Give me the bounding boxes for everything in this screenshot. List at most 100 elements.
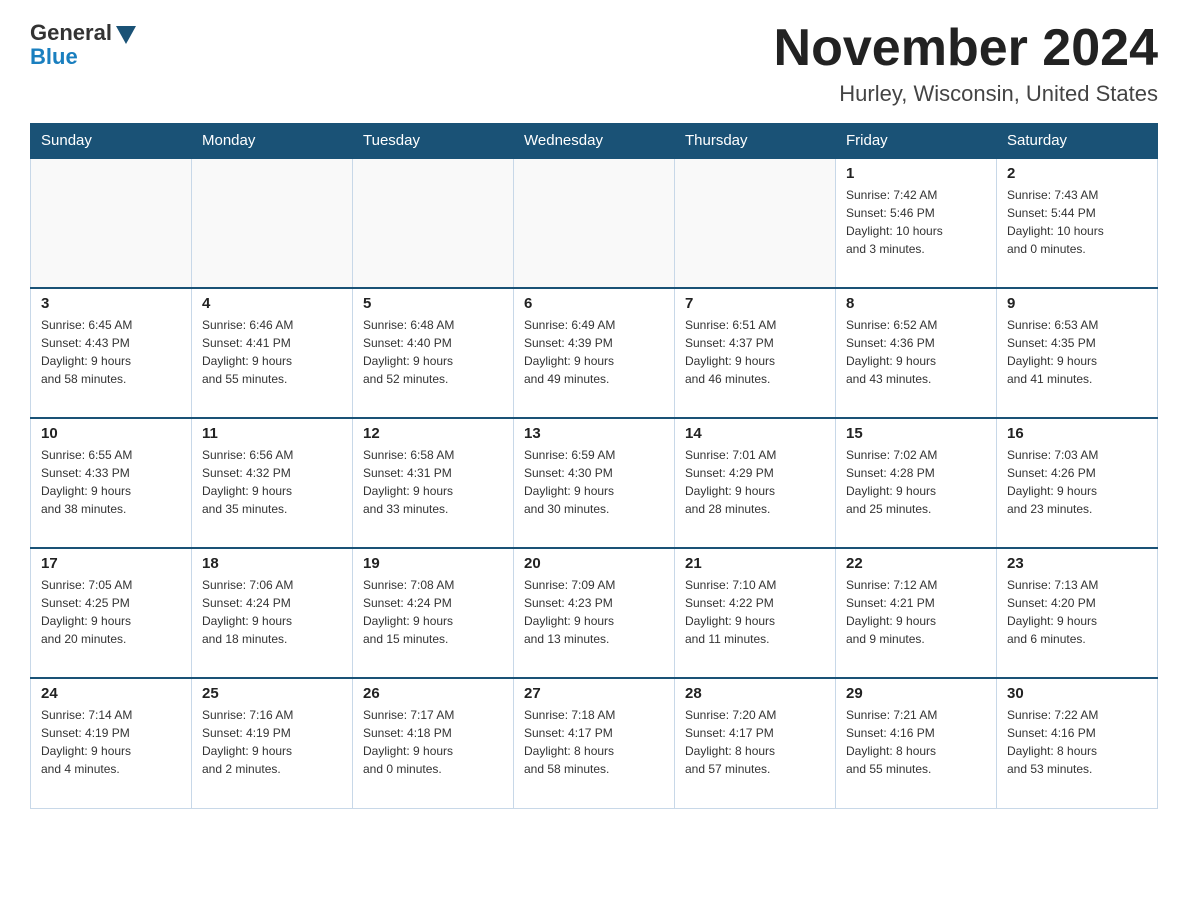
day-info: Sunrise: 7:43 AM Sunset: 5:44 PM Dayligh… xyxy=(1007,186,1147,258)
calendar-table: SundayMondayTuesdayWednesdayThursdayFrid… xyxy=(30,123,1158,809)
logo-general-text: General xyxy=(30,20,112,46)
day-info: Sunrise: 6:46 AM Sunset: 4:41 PM Dayligh… xyxy=(202,316,342,388)
day-info: Sunrise: 6:53 AM Sunset: 4:35 PM Dayligh… xyxy=(1007,316,1147,388)
day-number: 7 xyxy=(685,295,825,312)
calendar-week-row: 1 Sunrise: 7:42 AM Sunset: 5:46 PM Daylig… xyxy=(31,158,1158,288)
calendar-header-row: SundayMondayTuesdayWednesdayThursdayFrid… xyxy=(31,124,1158,159)
day-number: 15 xyxy=(846,425,986,442)
calendar-cell: 5 Sunrise: 6:48 AM Sunset: 4:40 PM Daylig… xyxy=(353,288,514,418)
calendar-cell: 21 Sunrise: 7:10 AM Sunset: 4:22 PM Dayli… xyxy=(675,548,836,678)
calendar-cell: 26 Sunrise: 7:17 AM Sunset: 4:18 PM Dayli… xyxy=(353,678,514,808)
col-header-wednesday: Wednesday xyxy=(514,124,675,159)
day-number: 24 xyxy=(41,685,181,702)
location-subtitle: Hurley, Wisconsin, United States xyxy=(774,81,1158,107)
day-info: Sunrise: 6:45 AM Sunset: 4:43 PM Dayligh… xyxy=(41,316,181,388)
calendar-cell: 1 Sunrise: 7:42 AM Sunset: 5:46 PM Daylig… xyxy=(836,158,997,288)
day-info: Sunrise: 7:42 AM Sunset: 5:46 PM Dayligh… xyxy=(846,186,986,258)
day-number: 28 xyxy=(685,685,825,702)
day-info: Sunrise: 7:01 AM Sunset: 4:29 PM Dayligh… xyxy=(685,446,825,518)
day-number: 22 xyxy=(846,555,986,572)
day-info: Sunrise: 7:17 AM Sunset: 4:18 PM Dayligh… xyxy=(363,706,503,778)
day-info: Sunrise: 7:16 AM Sunset: 4:19 PM Dayligh… xyxy=(202,706,342,778)
calendar-cell: 23 Sunrise: 7:13 AM Sunset: 4:20 PM Dayli… xyxy=(997,548,1158,678)
day-number: 25 xyxy=(202,685,342,702)
day-info: Sunrise: 7:22 AM Sunset: 4:16 PM Dayligh… xyxy=(1007,706,1147,778)
day-number: 14 xyxy=(685,425,825,442)
calendar-cell: 13 Sunrise: 6:59 AM Sunset: 4:30 PM Dayli… xyxy=(514,418,675,548)
day-info: Sunrise: 7:12 AM Sunset: 4:21 PM Dayligh… xyxy=(846,576,986,648)
day-info: Sunrise: 6:58 AM Sunset: 4:31 PM Dayligh… xyxy=(363,446,503,518)
calendar-cell: 22 Sunrise: 7:12 AM Sunset: 4:21 PM Dayli… xyxy=(836,548,997,678)
day-info: Sunrise: 6:56 AM Sunset: 4:32 PM Dayligh… xyxy=(202,446,342,518)
col-header-friday: Friday xyxy=(836,124,997,159)
logo-blue-text: Blue xyxy=(30,44,78,70)
calendar-cell xyxy=(353,158,514,288)
calendar-cell: 24Sunrise: 7:14 AM Sunset: 4:19 PM Dayli… xyxy=(31,678,192,808)
col-header-thursday: Thursday xyxy=(675,124,836,159)
day-number: 12 xyxy=(363,425,503,442)
logo: General Blue xyxy=(30,20,136,70)
col-header-tuesday: Tuesday xyxy=(353,124,514,159)
calendar-cell xyxy=(31,158,192,288)
calendar-cell: 12 Sunrise: 6:58 AM Sunset: 4:31 PM Dayli… xyxy=(353,418,514,548)
day-info: Sunrise: 6:55 AM Sunset: 4:33 PM Dayligh… xyxy=(41,446,181,518)
calendar-cell: 6 Sunrise: 6:49 AM Sunset: 4:39 PM Daylig… xyxy=(514,288,675,418)
calendar-week-row: 3 Sunrise: 6:45 AM Sunset: 4:43 PM Daylig… xyxy=(31,288,1158,418)
calendar-cell xyxy=(514,158,675,288)
day-number: 5 xyxy=(363,295,503,312)
calendar-cell: 30 Sunrise: 7:22 AM Sunset: 4:16 PM Dayli… xyxy=(997,678,1158,808)
calendar-cell: 14 Sunrise: 7:01 AM Sunset: 4:29 PM Dayli… xyxy=(675,418,836,548)
day-info: Sunrise: 6:48 AM Sunset: 4:40 PM Dayligh… xyxy=(363,316,503,388)
day-number: 13 xyxy=(524,425,664,442)
calendar-cell: 27 Sunrise: 7:18 AM Sunset: 4:17 PM Dayli… xyxy=(514,678,675,808)
day-number: 23 xyxy=(1007,555,1147,572)
day-number: 16 xyxy=(1007,425,1147,442)
col-header-saturday: Saturday xyxy=(997,124,1158,159)
day-info: Sunrise: 7:10 AM Sunset: 4:22 PM Dayligh… xyxy=(685,576,825,648)
calendar-cell: 25 Sunrise: 7:16 AM Sunset: 4:19 PM Dayli… xyxy=(192,678,353,808)
day-number: 10 xyxy=(41,425,181,442)
day-number: 18 xyxy=(202,555,342,572)
calendar-cell xyxy=(675,158,836,288)
day-number: 30 xyxy=(1007,685,1147,702)
day-number: 27 xyxy=(524,685,664,702)
day-info: Sunrise: 6:59 AM Sunset: 4:30 PM Dayligh… xyxy=(524,446,664,518)
calendar-cell: 2Sunrise: 7:43 AM Sunset: 5:44 PM Daylig… xyxy=(997,158,1158,288)
day-info: Sunrise: 7:21 AM Sunset: 4:16 PM Dayligh… xyxy=(846,706,986,778)
calendar-cell: 29 Sunrise: 7:21 AM Sunset: 4:16 PM Dayli… xyxy=(836,678,997,808)
day-number: 8 xyxy=(846,295,986,312)
day-number: 6 xyxy=(524,295,664,312)
calendar-cell: 16 Sunrise: 7:03 AM Sunset: 4:26 PM Dayli… xyxy=(997,418,1158,548)
day-info: Sunrise: 6:52 AM Sunset: 4:36 PM Dayligh… xyxy=(846,316,986,388)
logo-arrow-icon xyxy=(116,26,136,44)
calendar-cell: 9 Sunrise: 6:53 AM Sunset: 4:35 PM Daylig… xyxy=(997,288,1158,418)
calendar-cell: 10 Sunrise: 6:55 AM Sunset: 4:33 PM Dayli… xyxy=(31,418,192,548)
calendar-week-row: 17 Sunrise: 7:05 AM Sunset: 4:25 PM Dayli… xyxy=(31,548,1158,678)
calendar-cell xyxy=(192,158,353,288)
day-number: 17 xyxy=(41,555,181,572)
day-info: Sunrise: 7:18 AM Sunset: 4:17 PM Dayligh… xyxy=(524,706,664,778)
day-number: 21 xyxy=(685,555,825,572)
day-number: 26 xyxy=(363,685,503,702)
calendar-cell: 19Sunrise: 7:08 AM Sunset: 4:24 PM Dayli… xyxy=(353,548,514,678)
day-info: Sunrise: 7:08 AM Sunset: 4:24 PM Dayligh… xyxy=(363,576,503,648)
col-header-sunday: Sunday xyxy=(31,124,192,159)
day-number: 3 xyxy=(41,295,181,312)
calendar-cell: 7 Sunrise: 6:51 AM Sunset: 4:37 PM Daylig… xyxy=(675,288,836,418)
calendar-cell: 20Sunrise: 7:09 AM Sunset: 4:23 PM Dayli… xyxy=(514,548,675,678)
day-number: 29 xyxy=(846,685,986,702)
day-number: 9 xyxy=(1007,295,1147,312)
calendar-cell: 28 Sunrise: 7:20 AM Sunset: 4:17 PM Dayli… xyxy=(675,678,836,808)
day-info: Sunrise: 7:03 AM Sunset: 4:26 PM Dayligh… xyxy=(1007,446,1147,518)
day-info: Sunrise: 6:51 AM Sunset: 4:37 PM Dayligh… xyxy=(685,316,825,388)
month-title: November 2024 xyxy=(774,20,1158,77)
calendar-cell: 4Sunrise: 6:46 AM Sunset: 4:41 PM Daylig… xyxy=(192,288,353,418)
day-info: Sunrise: 7:05 AM Sunset: 4:25 PM Dayligh… xyxy=(41,576,181,648)
day-info: Sunrise: 7:20 AM Sunset: 4:17 PM Dayligh… xyxy=(685,706,825,778)
day-info: Sunrise: 6:49 AM Sunset: 4:39 PM Dayligh… xyxy=(524,316,664,388)
calendar-cell: 8 Sunrise: 6:52 AM Sunset: 4:36 PM Daylig… xyxy=(836,288,997,418)
day-info: Sunrise: 7:13 AM Sunset: 4:20 PM Dayligh… xyxy=(1007,576,1147,648)
calendar-cell: 11Sunrise: 6:56 AM Sunset: 4:32 PM Dayli… xyxy=(192,418,353,548)
day-number: 1 xyxy=(846,165,986,182)
calendar-week-row: 10 Sunrise: 6:55 AM Sunset: 4:33 PM Dayli… xyxy=(31,418,1158,548)
